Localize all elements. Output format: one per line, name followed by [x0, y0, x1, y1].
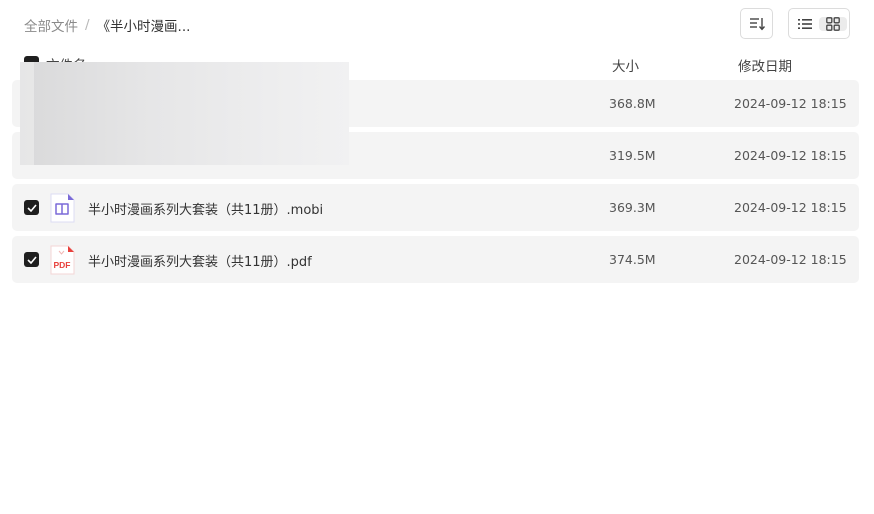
file-date: 2024-09-12 18:15 [734, 200, 847, 215]
file-row[interactable]: PDF 半小时漫画系列大套装（共11册）.pdf 374.5M 2024-09-… [12, 236, 859, 283]
list-view-button[interactable] [791, 18, 819, 30]
grid-view-icon [826, 16, 840, 31]
column-header-size[interactable]: 大小 [612, 55, 639, 75]
breadcrumb-root[interactable]: 全部文件 [24, 15, 78, 35]
file-date: 2024-09-12 18:15 [734, 96, 847, 111]
pdf-label: PDF [54, 260, 71, 270]
redaction-overlay [20, 62, 349, 165]
pdf-file-icon: PDF [49, 245, 75, 275]
file-size: 369.3M [609, 200, 656, 215]
file-date: 2024-09-12 18:15 [734, 252, 847, 267]
breadcrumb: 全部文件 / 《半小时漫画... [24, 15, 190, 35]
file-size: 374.5M [609, 252, 656, 267]
list-view-icon [798, 18, 812, 29]
file-name[interactable]: 半小时漫画系列大套装（共11册）.pdf [88, 251, 312, 270]
file-name[interactable]: 半小时漫画系列大套装（共11册）.mobi [88, 199, 323, 218]
column-header-date[interactable]: 修改日期 [738, 55, 792, 75]
row-checkbox[interactable] [24, 200, 39, 215]
checkmark-icon [26, 255, 37, 264]
grid-view-button[interactable] [819, 16, 847, 31]
file-date: 2024-09-12 18:15 [734, 148, 847, 163]
file-size: 319.5M [609, 148, 656, 163]
file-row[interactable]: 半小时漫画系列大套装（共11册）.mobi 369.3M 2024-09-12 … [12, 184, 859, 231]
mobi-file-icon [49, 193, 75, 223]
view-switch [788, 8, 850, 39]
sort-button[interactable] [740, 8, 773, 39]
row-checkbox[interactable] [24, 252, 39, 267]
breadcrumb-current: 《半小时漫画... [96, 19, 191, 35]
sort-icon [749, 17, 765, 30]
breadcrumb-separator: / [85, 17, 90, 33]
file-size: 368.8M [609, 96, 656, 111]
checkmark-icon [26, 203, 37, 212]
